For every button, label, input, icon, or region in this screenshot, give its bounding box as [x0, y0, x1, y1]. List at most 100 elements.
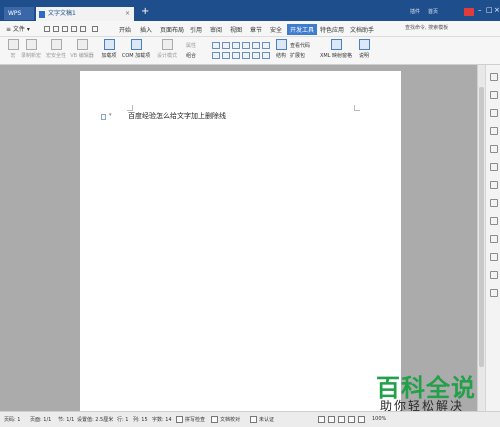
- tab-security[interactable]: 安全: [270, 25, 282, 34]
- arrow-up-icon[interactable]: [490, 127, 498, 135]
- view-mode-icon-5[interactable]: [358, 416, 365, 423]
- view-code-button[interactable]: 查看代码: [290, 42, 310, 49]
- view-mode-icon-2[interactable]: [328, 416, 335, 423]
- zoom-level[interactable]: 100%: [372, 416, 386, 422]
- control-icon-6[interactable]: [262, 42, 270, 49]
- com-addin-icon: [130, 39, 142, 50]
- control-icon-5[interactable]: [252, 42, 260, 49]
- xml-mapping-pane-button[interactable]: XML 映射窗格: [318, 39, 354, 59]
- new-doc-icon[interactable]: [490, 73, 498, 81]
- certificate-icon[interactable]: [250, 416, 257, 423]
- maximize-button[interactable]: □: [486, 6, 493, 14]
- control-icon-1[interactable]: [212, 42, 220, 49]
- view-mode-icon-4[interactable]: [348, 416, 355, 423]
- document-text[interactable]: 百度经验怎么给文字加上删除线: [128, 111, 226, 121]
- expansion-pack-button[interactable]: 扩展包: [290, 52, 305, 59]
- doc-check-label[interactable]: 文档校对: [220, 416, 240, 423]
- redo-icon[interactable]: [92, 26, 98, 32]
- tab-developer[interactable]: 开发工具: [287, 24, 318, 35]
- vb-icon: [76, 39, 88, 50]
- help-icon[interactable]: [490, 289, 498, 297]
- control-icon-9[interactable]: [232, 52, 240, 59]
- properties-button[interactable]: 属性: [186, 42, 196, 49]
- home-link[interactable]: 首页: [428, 8, 438, 18]
- tab-home[interactable]: 开始: [119, 25, 131, 34]
- status-bar: 页码: 1 页面: 1/1 节: 1/1 设置值: 2.5厘米 行: 1 列: …: [0, 411, 500, 427]
- tab-doc-assistant[interactable]: 文档助手: [350, 25, 374, 34]
- spellcheck-icon[interactable]: [176, 416, 183, 423]
- tab-chapter[interactable]: 章节: [250, 25, 262, 34]
- plugin-link[interactable]: 插件: [410, 8, 420, 18]
- status-column: 列: 15: [133, 417, 148, 423]
- file-icon[interactable]: [490, 163, 498, 171]
- window-close-button[interactable]: ×: [494, 6, 500, 14]
- group-button[interactable]: 组合: [186, 52, 196, 59]
- structure-icon: [275, 39, 287, 50]
- control-icon-10[interactable]: [242, 52, 250, 59]
- star-icon[interactable]: [490, 181, 498, 189]
- control-icon-12[interactable]: [262, 52, 270, 59]
- list-icon[interactable]: [490, 235, 498, 243]
- wps-app-tab[interactable]: WPS: [4, 7, 34, 20]
- com-addins-button[interactable]: COM 加载项: [121, 39, 151, 59]
- tab-insert[interactable]: 插入: [140, 25, 152, 34]
- new-tab-button[interactable]: +: [141, 6, 149, 17]
- addins-button[interactable]: 加载项: [99, 39, 119, 59]
- certificate-label[interactable]: 未认证: [259, 416, 274, 423]
- tab-review[interactable]: 审阅: [210, 25, 222, 34]
- document-tab[interactable]: 文字文稿1 ×: [36, 7, 134, 21]
- format-icon[interactable]: [490, 145, 498, 153]
- tab-page-layout[interactable]: 页面布局: [160, 25, 184, 34]
- record-macro-button[interactable]: 录制新宏: [20, 39, 42, 59]
- crop-icon[interactable]: [490, 271, 498, 279]
- title-bar: WPS 文字文稿1 × + 插件 首页 – □ ×: [0, 0, 500, 21]
- design-mode-button[interactable]: 设计模式: [156, 39, 178, 59]
- control-icon-8[interactable]: [222, 52, 230, 59]
- command-search[interactable]: 查找命令, 搜索模板: [405, 24, 495, 34]
- control-icon-3[interactable]: [232, 42, 240, 49]
- close-tab-icon[interactable]: ×: [125, 7, 130, 21]
- status-word-count[interactable]: 字数: 14: [152, 416, 172, 423]
- preview-icon[interactable]: [62, 26, 68, 32]
- minimize-button[interactable]: –: [478, 6, 482, 14]
- tab-special-apps[interactable]: 特色应用: [320, 25, 344, 34]
- print-icon[interactable]: [53, 26, 59, 32]
- shape-icon[interactable]: [490, 109, 498, 117]
- ribbon-tab-bar: ≡ 文件 ▾ 开始 插入 页面布局 引用 审阅 视图 章节 安全 开发工具 特色…: [0, 21, 500, 37]
- document-icon: [39, 11, 45, 18]
- scrollbar-thumb[interactable]: [479, 87, 484, 367]
- cloud-icon[interactable]: [490, 217, 498, 225]
- help-button[interactable]: 说明: [356, 39, 372, 59]
- control-icon-4[interactable]: [242, 42, 250, 49]
- tab-references[interactable]: 引用: [190, 25, 202, 34]
- export-icon[interactable]: [71, 26, 77, 32]
- file-menu[interactable]: ≡ 文件 ▾: [6, 24, 30, 33]
- paragraph-handle-icon[interactable]: [101, 114, 106, 120]
- vb-editor-button[interactable]: VB 编辑器: [70, 39, 94, 59]
- chevron-down-icon[interactable]: ▾: [109, 112, 112, 118]
- macro-security-button[interactable]: 宏安全性: [44, 39, 68, 59]
- shield-icon: [50, 39, 62, 50]
- doc-check-icon[interactable]: [211, 416, 218, 423]
- structure-button[interactable]: 结构: [274, 39, 288, 59]
- status-pages[interactable]: 页面: 1/1: [30, 416, 51, 423]
- tab-view[interactable]: 视图: [230, 25, 242, 34]
- vertical-scrollbar[interactable]: [477, 65, 485, 411]
- select-icon[interactable]: [490, 91, 498, 99]
- status-page-number[interactable]: 页码: 1: [4, 416, 20, 423]
- image-icon[interactable]: [490, 253, 498, 261]
- document-help-icon: [358, 39, 370, 50]
- edit-icon[interactable]: [490, 199, 498, 207]
- view-mode-icon-3[interactable]: [338, 416, 345, 423]
- save-icon[interactable]: [44, 26, 50, 32]
- document-page[interactable]: ▾ 百度经验怎么给文字加上删除线: [80, 71, 401, 411]
- control-icon-2[interactable]: [222, 42, 230, 49]
- spellcheck-label[interactable]: 拼写检查: [185, 416, 205, 423]
- control-icon-7[interactable]: [212, 52, 220, 59]
- control-icon-11[interactable]: [252, 52, 260, 59]
- xml-icon: [330, 39, 342, 50]
- login-button[interactable]: [464, 8, 474, 16]
- view-mode-icon-1[interactable]: [318, 416, 325, 423]
- undo-icon[interactable]: [80, 26, 86, 32]
- macro-button[interactable]: 宏: [6, 39, 20, 59]
